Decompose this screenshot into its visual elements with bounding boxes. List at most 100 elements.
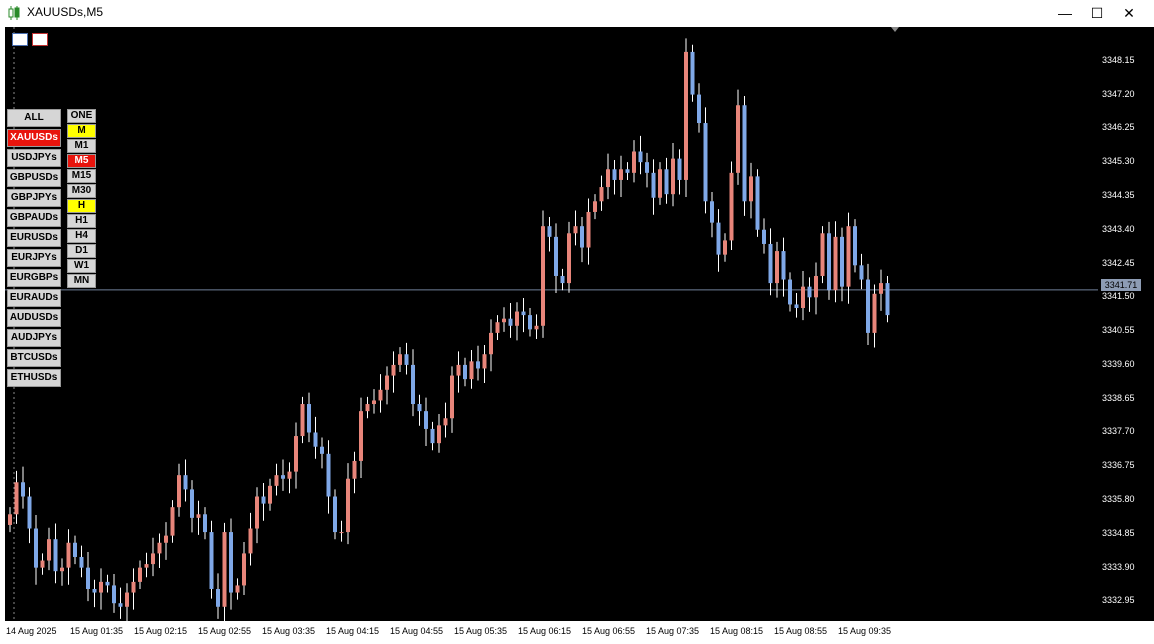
chart-canvas[interactable] [5, 27, 1098, 621]
time-tick-label: 15 Aug 06:55 [582, 626, 636, 636]
candle-body-down [580, 226, 584, 248]
candle-body-up [619, 169, 623, 180]
time-tick-label: 15 Aug 08:15 [710, 626, 764, 636]
time-tick-label: 15 Aug 04:55 [390, 626, 444, 636]
symbol-button-btcusds[interactable]: BTCUSDs [7, 349, 61, 367]
candle-body-down [229, 532, 233, 593]
candle-body-up [801, 286, 805, 308]
candle-body-down [788, 279, 792, 305]
minimize-button[interactable]: — [1048, 0, 1082, 26]
maximize-button[interactable]: ☐ [1080, 0, 1114, 26]
candle-body-down [554, 236, 558, 276]
timeframe-button-m[interactable]: M [67, 124, 96, 138]
symbol-button-gbpauds[interactable]: GBPAUDs [7, 209, 61, 227]
candle-body-down [794, 304, 799, 308]
candle-body-down [320, 446, 324, 454]
candle-body-up [534, 325, 539, 330]
candle-body-up [450, 375, 454, 419]
price-tick-label: 3340.55 [1102, 325, 1135, 336]
candle-body-down [547, 226, 552, 237]
timeframe-button-m1[interactable]: M1 [67, 139, 96, 153]
maximize-icon: ☐ [1090, 4, 1104, 21]
timeframe-button-m30[interactable]: M30 [67, 184, 96, 198]
candle-body-up [359, 411, 363, 461]
candle-body-down [885, 283, 890, 316]
symbol-button-usdjpys[interactable]: USDJPYs [7, 149, 61, 167]
timeframe-button-one[interactable]: ONE [67, 109, 96, 123]
timeframe-button-d1[interactable]: D1 [67, 244, 96, 258]
candle-body-up [47, 539, 51, 561]
price-scale[interactable]: 3348.15 3347.20 3346.25 3345.30 3344.35 3343.… [1098, 27, 1154, 621]
candle-body-up [398, 354, 402, 365]
candle-body-up [495, 322, 500, 333]
candle-body-down [859, 265, 864, 280]
candle-body-down [216, 588, 220, 607]
timeframe-button-h4[interactable]: H4 [67, 229, 96, 243]
time-tick-label: 14 Aug 2025 [6, 626, 57, 636]
candle-body-up [482, 354, 487, 369]
timeframe-button-h1[interactable]: H1 [67, 214, 96, 228]
symbol-button-ethusds[interactable]: ETHUSDs [7, 369, 61, 387]
candle-body-down [645, 162, 649, 173]
candle-body-down [638, 151, 643, 163]
candle-body-up [287, 471, 292, 479]
candle-body-down [190, 489, 194, 518]
candle-body-up [131, 581, 136, 593]
timeframe-button-mn[interactable]: MN [67, 274, 96, 288]
time-scale[interactable]: 14 Aug 2025 15 Aug 01:35 15 Aug 02:15 15 Au… [0, 621, 1154, 644]
candle-body-down [697, 94, 701, 124]
candle-body-down [866, 279, 870, 333]
candle-body-down [716, 222, 721, 255]
candle-body-down [807, 286, 812, 298]
candle-body-up [469, 361, 474, 380]
candle-body-down [651, 172, 656, 198]
candle-body-up [593, 201, 597, 212]
symbol-button-eurusds[interactable]: EURUSDs [7, 229, 61, 247]
price-tick-label: 3339.60 [1102, 358, 1135, 369]
time-tick-label: 15 Aug 02:55 [198, 626, 252, 636]
candle-body-down [840, 236, 844, 287]
candle-body-up [749, 176, 753, 202]
candle-body-down [86, 567, 90, 589]
candle-body-up [255, 496, 259, 529]
price-tick-label: 3343.40 [1102, 223, 1135, 234]
candle-body-down [476, 361, 480, 369]
symbol-button-eurauds[interactable]: EURAUDs [7, 289, 61, 307]
symbol-button-gbpusds[interactable]: GBPUSDs [7, 169, 61, 187]
candle-body-down [112, 585, 116, 604]
timeframe-button-m15[interactable]: M15 [67, 169, 96, 183]
price-tick-label: 3334.85 [1102, 527, 1135, 538]
candle-body-down [690, 51, 695, 95]
symbol-button-gbpjpys[interactable]: GBPJPYs [7, 189, 61, 207]
price-tick-label: 3342.45 [1102, 257, 1135, 268]
candle-body-down [404, 354, 409, 365]
candle-body-down [261, 496, 266, 504]
symbol-button-eurgbps[interactable]: EURGBPs [7, 269, 61, 287]
timeframe-button-h[interactable]: H [67, 199, 96, 213]
chart-shift-marker-icon[interactable] [891, 27, 899, 32]
candle-body-up [879, 283, 883, 294]
timeframe-button-m5[interactable]: M5 [67, 154, 96, 168]
depth-of-market-icon[interactable] [32, 33, 48, 46]
candle-body-up [632, 151, 636, 173]
price-tick-label: 3335.80 [1102, 494, 1135, 505]
window-titlebar: XAUUSDs,M5 — ☐ ✕ [0, 0, 1154, 26]
symbol-button-audusds[interactable]: AUDUSDs [7, 309, 61, 327]
time-tick-label: 15 Aug 03:35 [262, 626, 316, 636]
candle-body-up [177, 475, 181, 508]
timeframe-button-w1[interactable]: W1 [67, 259, 96, 273]
candle-body-down [827, 233, 831, 291]
candle-body-down [508, 318, 513, 326]
candle-body-up [125, 592, 129, 607]
candle-body-up [170, 507, 175, 536]
symbol-button-eurjpys[interactable]: EURJPYs [7, 249, 61, 267]
symbol-button-all[interactable]: ALL [7, 109, 61, 127]
price-tick-label: 3337.70 [1102, 426, 1135, 437]
close-button[interactable]: ✕ [1112, 0, 1146, 26]
symbol-button-audjpys[interactable]: AUDJPYs [7, 329, 61, 347]
candle-body-up [391, 364, 396, 376]
symbol-button-xauusds[interactable]: XAUUSDs [7, 129, 61, 147]
candle-body-up [164, 535, 168, 543]
price-tick-label: 3336.75 [1102, 460, 1135, 471]
one-click-trading-icon[interactable] [12, 33, 28, 46]
